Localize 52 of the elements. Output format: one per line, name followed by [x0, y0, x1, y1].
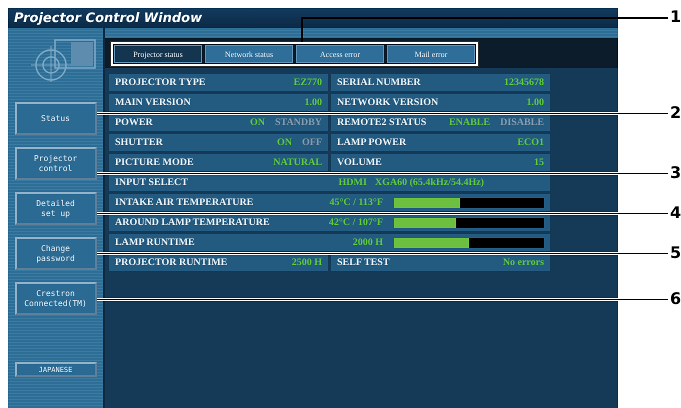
tab[interactable]: Projector status	[114, 45, 202, 63]
field-value: 42°C / 107°F	[328, 217, 383, 228]
field-value: 1.00	[304, 97, 322, 108]
callout-number: 1	[670, 8, 681, 26]
field-value: 1.00	[526, 97, 544, 108]
field-label: PICTURE MODE	[115, 157, 194, 168]
field-value: 15	[534, 157, 544, 168]
field-label: VOLUME	[337, 157, 382, 168]
field-value: 2500 H	[292, 257, 322, 268]
status-option: ON	[277, 137, 292, 148]
field-value: HDMI	[338, 177, 367, 188]
field-label: MAIN VERSION	[115, 97, 191, 108]
field-label: PROJECTOR TYPE	[115, 77, 206, 88]
tab[interactable]: Mail error	[387, 45, 475, 63]
status-option: STANDBY	[274, 117, 322, 128]
status-option: OFF	[302, 137, 322, 148]
tab[interactable]: Network status	[205, 45, 293, 63]
field-label: INTAKE AIR TEMPERATURE	[115, 197, 254, 208]
field-label: SERIAL NUMBER	[337, 77, 421, 88]
field-value: No errors	[502, 257, 544, 268]
callout-number: 5	[670, 244, 681, 262]
field-label: LAMP POWER	[337, 137, 406, 148]
window-title: Projector Control Window	[14, 10, 202, 26]
field-label: SHUTTER	[115, 137, 163, 148]
field-value: NATURAL	[273, 157, 322, 168]
status-option: ON	[250, 117, 265, 128]
callout-number: 3	[670, 164, 681, 182]
nav-button[interactable]: Change password	[14, 237, 96, 270]
nav-button[interactable]: Detailed set up	[14, 192, 96, 225]
field-label: POWER	[115, 117, 153, 128]
field-label: REMOTE2 STATUS	[337, 117, 426, 128]
field-label: SELF TEST	[337, 257, 390, 268]
callout-number: 4	[670, 204, 681, 222]
field-value: 2000 H	[352, 237, 383, 248]
field-value: 12345678	[504, 77, 544, 88]
nav-button[interactable]: Crestron Connected(TM)	[14, 282, 96, 315]
field-value: EZ770	[294, 77, 322, 88]
tab[interactable]: Access error	[296, 45, 384, 63]
nav-button[interactable]: Status	[14, 102, 96, 135]
nav-button[interactable]: Projector control	[14, 147, 96, 180]
status-option: DISABLE	[500, 117, 544, 128]
field-label: PROJECTOR RUNTIME	[115, 257, 228, 268]
field-value: ECO1	[517, 137, 544, 148]
field-value: 45°C / 113°F	[329, 197, 383, 208]
field-value: XGA60 (65.4kHz/54.4Hz)	[374, 177, 484, 188]
callout-number: 6	[670, 290, 681, 308]
status-option: ENABLE	[448, 117, 490, 128]
field-label: NETWORK VERSION	[337, 97, 438, 108]
field-label: AROUND LAMP TEMPERATURE	[115, 217, 270, 228]
callout-number: 2	[670, 104, 681, 122]
field-label: LAMP RUNTIME	[115, 237, 195, 248]
field-label: INPUT SELECT	[115, 177, 188, 188]
